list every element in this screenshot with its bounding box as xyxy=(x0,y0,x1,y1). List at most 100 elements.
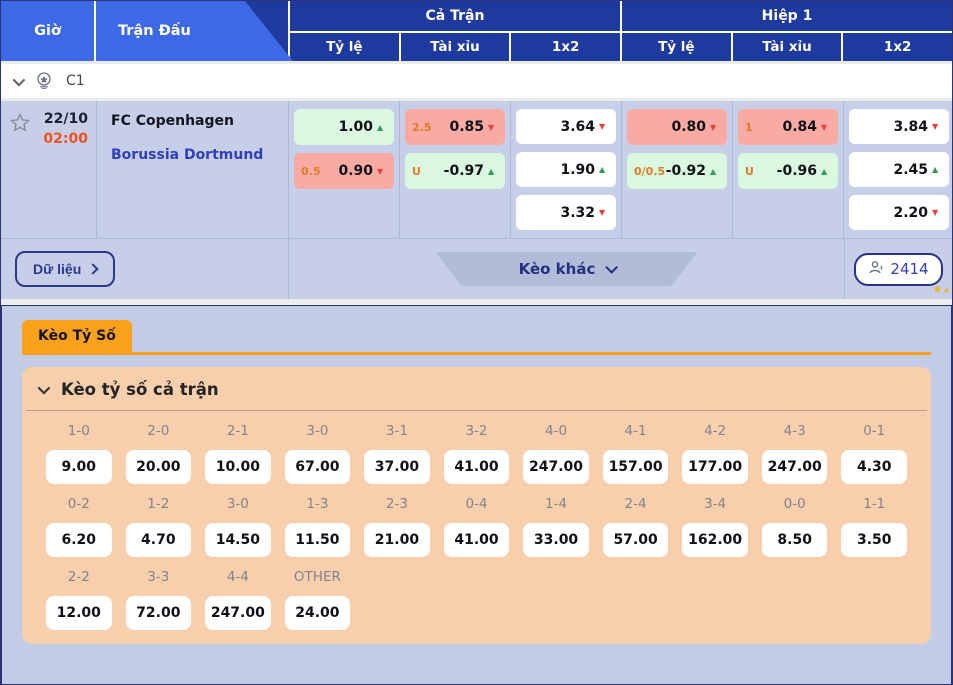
odds-half-2[interactable]: 2.20 xyxy=(849,195,949,230)
score-odds-button[interactable]: 10.00 xyxy=(205,450,271,484)
odds-half-over[interactable]: 1 0.84 xyxy=(738,109,838,145)
time-cell: 22/10 02:00 xyxy=(1,101,96,238)
trend-icon xyxy=(710,123,720,132)
score-odds-button[interactable]: 67.00 xyxy=(284,450,351,484)
score-label: 3-2 xyxy=(465,423,488,439)
score-odds-button[interactable]: 20.00 xyxy=(125,450,192,484)
score-odds-button[interactable]: 247.00 xyxy=(761,450,828,484)
trend-icon xyxy=(932,165,942,174)
odds-full-under[interactable]: U -0.97 xyxy=(405,153,505,189)
score-label: 0-4 xyxy=(465,496,488,512)
trend-icon xyxy=(488,167,498,176)
score-odds-button[interactable]: 157.00 xyxy=(602,450,669,484)
trend-icon xyxy=(377,123,387,132)
score-odds-button[interactable]: 247.00 xyxy=(523,450,589,484)
score-label: 2-1 xyxy=(226,423,249,439)
odds-full-2[interactable]: 3.32 xyxy=(516,195,616,230)
score-label: 2-0 xyxy=(147,423,170,439)
col-half-overunder: Tài xỉu xyxy=(730,33,842,61)
score-odds-button[interactable]: 37.00 xyxy=(364,450,430,484)
score-label: 0-0 xyxy=(783,496,806,512)
odds-half-handicap-home[interactable]: 0.80 xyxy=(627,109,727,145)
sparkle-stars-icon: ★★ xyxy=(932,282,950,296)
score-odds-button[interactable]: 9.00 xyxy=(46,450,112,484)
odds-half-handicap-away[interactable]: 0/0.5 -0.92 xyxy=(627,153,727,189)
header-group-first-half: Hiệp 1 Tỷ lệ Tài xỉu 1x2 xyxy=(620,1,952,61)
chevron-down-icon xyxy=(37,381,51,395)
score-odds-button[interactable]: 12.00 xyxy=(46,596,112,630)
score-label: OTHER xyxy=(293,569,341,585)
score-label: 1-1 xyxy=(863,496,886,512)
odds-full-x[interactable]: 1.90 xyxy=(516,152,616,187)
odds-col-full-ou: 2.5 0.85 U -0.97 xyxy=(399,101,510,238)
score-odds-button[interactable]: 177.00 xyxy=(682,450,748,484)
trend-icon xyxy=(599,208,609,217)
col-half-handicap: Tỷ lệ xyxy=(658,39,695,55)
score-odds-button[interactable]: 24.00 xyxy=(284,596,351,630)
score-odds-button[interactable]: 247.00 xyxy=(205,596,271,630)
odds-full-handicap-home[interactable]: 1.00 xyxy=(294,109,394,145)
score-label: 4-3 xyxy=(783,423,806,439)
score-grid-row-2: 0-2 6.20 1-2 4.70 3-0 14.50 1-3 11.50 2-3 21.… xyxy=(22,484,931,557)
odds-col-half-handicap: 0.80 0/0.5 -0.92 xyxy=(621,101,732,238)
score-odds-button[interactable]: 21.00 xyxy=(364,523,430,557)
score-label: 3-1 xyxy=(385,423,408,439)
more-odds-button[interactable]: Kèo khác xyxy=(436,252,698,286)
score-odds-button[interactable]: 41.00 xyxy=(443,523,510,557)
data-button[interactable]: Dữ liệu xyxy=(15,251,116,287)
panel-title: Kèo tỷ số cả trận xyxy=(61,380,219,399)
odds-full-1[interactable]: 3.64 xyxy=(516,109,616,144)
person-icon xyxy=(868,260,884,279)
correct-score-section: Kèo Tỷ Số Kèo tỷ số cả trận 1-0 9.00 2-0 2… xyxy=(1,305,952,684)
score-label: 3-0 xyxy=(306,423,329,439)
header-group-full-match: Cả Trận Tỷ lệ Tài xỉu 1x2 xyxy=(288,1,620,61)
score-odds-button[interactable]: 11.50 xyxy=(284,523,351,557)
trend-icon xyxy=(821,123,831,132)
tab-time[interactable]: Giờ xyxy=(1,1,96,61)
score-odds-button[interactable]: 14.50 xyxy=(205,523,271,557)
score-odds-button[interactable]: 6.20 xyxy=(46,523,112,557)
score-label: 0-2 xyxy=(67,496,90,512)
trend-icon xyxy=(599,165,609,174)
table-header: Cả Trận Tỷ lệ Tài xỉu 1x2 Hiệp 1 Tỷ lệ T… xyxy=(1,1,952,61)
odds-half-1[interactable]: 3.84 xyxy=(849,109,949,144)
trend-icon xyxy=(377,167,387,176)
chevron-down-icon xyxy=(606,261,619,274)
tab-correct-score[interactable]: Kèo Tỷ Số xyxy=(22,320,132,352)
score-odds-button[interactable]: 162.00 xyxy=(682,523,748,557)
score-label: 0-1 xyxy=(863,423,886,439)
score-odds-button[interactable]: 4.30 xyxy=(841,450,907,484)
score-label: 2-2 xyxy=(67,569,90,585)
league-row[interactable]: C1 xyxy=(1,64,952,98)
header-tabs: Giờ Trận Đấu xyxy=(1,1,293,61)
odds-half-under[interactable]: U -0.96 xyxy=(738,153,838,189)
col-full-1x2: 1x2 xyxy=(509,33,620,61)
chevron-right-icon xyxy=(87,263,99,275)
score-odds-button[interactable]: 8.50 xyxy=(761,523,828,557)
panel-header[interactable]: Kèo tỷ số cả trận xyxy=(22,367,931,410)
score-label: 1-2 xyxy=(147,496,170,512)
score-label: 2-3 xyxy=(385,496,408,512)
score-label: 4-1 xyxy=(624,423,647,439)
score-odds-button[interactable]: 41.00 xyxy=(443,450,510,484)
chevron-down-icon xyxy=(12,73,26,86)
score-odds-button[interactable]: 57.00 xyxy=(602,523,669,557)
odds-full-over[interactable]: 2.5 0.85 xyxy=(405,109,505,145)
score-label: 4-4 xyxy=(226,569,249,585)
favorite-star-icon[interactable] xyxy=(9,112,31,238)
odds-half-x[interactable]: 2.45 xyxy=(849,152,949,187)
teams-cell[interactable]: FC Copenhagen Borussia Dortmund xyxy=(96,101,288,238)
viewer-count-pill[interactable]: 2414 xyxy=(854,252,943,286)
score-odds-button[interactable]: 72.00 xyxy=(125,596,192,630)
col-full-handicap: Tỷ lệ xyxy=(326,39,363,55)
action-row: Dữ liệu Kèo khác 2414 ★★ xyxy=(1,239,952,299)
match-time: 02:00 xyxy=(43,131,88,147)
col-full-overunder: Tài xỉu xyxy=(398,33,510,61)
home-team: FC Copenhagen xyxy=(111,113,234,129)
odds-full-handicap-away[interactable]: 0.5 0.90 xyxy=(294,153,394,189)
trend-icon xyxy=(932,122,942,131)
score-odds-button[interactable]: 33.00 xyxy=(523,523,589,557)
score-odds-button[interactable]: 3.50 xyxy=(841,523,907,557)
score-odds-button[interactable]: 4.70 xyxy=(125,523,192,557)
betting-page: Cả Trận Tỷ lệ Tài xỉu 1x2 Hiệp 1 Tỷ lệ T… xyxy=(0,0,953,685)
